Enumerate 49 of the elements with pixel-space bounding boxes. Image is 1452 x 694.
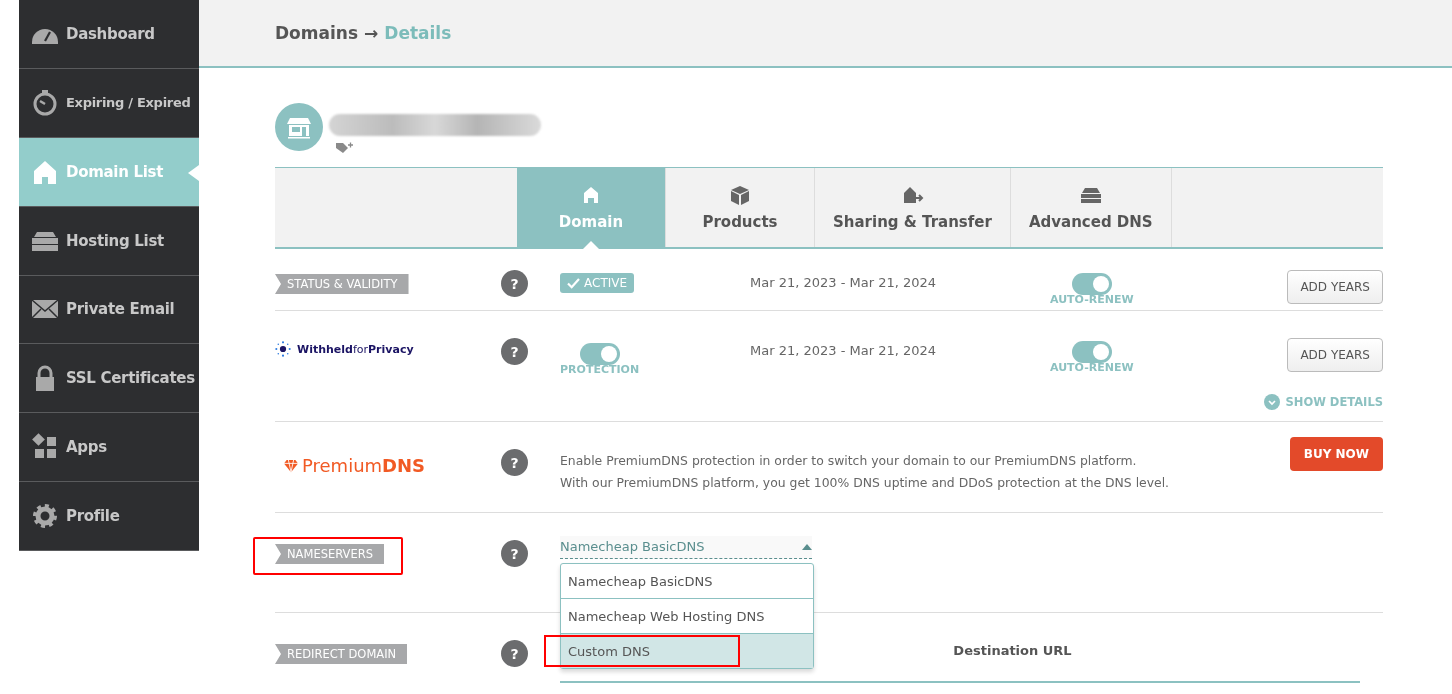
buy-now-button[interactable]: BUY NOW (1289, 437, 1383, 471)
sidebar-item[interactable]: Profile (19, 482, 199, 551)
chevron-down-icon (1264, 394, 1281, 410)
help-icon[interactable]: ? (501, 540, 528, 567)
sidebar-item[interactable]: Hosting List (19, 206, 199, 276)
toggle-switch[interactable] (1071, 341, 1112, 363)
tab[interactable]: Products (666, 168, 815, 247)
column-header: Destination URL (952, 643, 1072, 660)
tab[interactable]: Sharing & Transfer (815, 168, 1011, 247)
section-label: STATUS & VALIDITY (275, 274, 409, 294)
sidebar-item[interactable]: Private Email (19, 275, 199, 345)
help-icon[interactable]: ? (501, 449, 528, 476)
nameserver-dropdown[interactable]: Namecheap BasicDNS (560, 536, 812, 559)
add-years-button[interactable]: ADD YEARS (1287, 270, 1383, 304)
dropdown-option[interactable]: Custom DNS (561, 634, 813, 668)
selection-notch (188, 164, 199, 181)
caret-icon (802, 543, 812, 550)
toggle-switch[interactable] (579, 343, 620, 365)
section-label: NAMESERVERS (275, 544, 384, 564)
help-icon[interactable]: ? (501, 270, 528, 297)
toggle-switch[interactable] (1071, 273, 1112, 295)
help-icon[interactable]: ? (501, 338, 528, 365)
privacy-logo: WithheldforPrivacy (275, 341, 414, 357)
help-icon[interactable]: ? (501, 640, 528, 667)
breadcrumb-separator: → (364, 23, 379, 43)
toggle-label: AUTO-RENEW (1050, 293, 1134, 306)
toggle-label: AUTO-RENEW (1050, 361, 1134, 374)
selection-pointer (583, 241, 599, 249)
dropdown-option[interactable]: Namecheap BasicDNS (561, 564, 813, 599)
gear-icon (31, 502, 59, 531)
breadcrumb-link[interactable]: Domains (275, 23, 359, 43)
date-range: Mar 21, 2023 - Mar 21, 2024 (750, 342, 938, 358)
stopwatch-icon (31, 88, 59, 117)
toggle-label: PROTECTION (560, 363, 640, 376)
premium-dns-logo: PremiumDNS (283, 455, 426, 476)
section-label: REDIRECT DOMAIN (275, 644, 408, 664)
add-tag-icon[interactable] (335, 141, 353, 155)
store-avatar-icon (275, 103, 323, 151)
box-icon (728, 184, 752, 205)
description-text: With our PremiumDNS platform, you get 100% DNS uptime and DDoS protection at the DNS level. (560, 474, 1171, 491)
breadcrumb-current: Details (384, 23, 452, 43)
sidebar-item[interactable]: SSL Certificates (19, 344, 199, 414)
add-years-button[interactable]: ADD YEARS (1287, 338, 1383, 372)
sidebar-item[interactable]: Expiring / Expired (19, 68, 199, 138)
date-range: Mar 21, 2023 - Mar 21, 2024 (750, 274, 938, 290)
status-badge: ACTIVE (560, 273, 635, 293)
description-text: Enable PremiumDNS protection in order to switch your domain to our PremiumDNS platform. (560, 452, 1138, 469)
tab[interactable]: Advanced DNS (1010, 168, 1172, 247)
sidebar-item[interactable]: Apps (19, 413, 199, 483)
